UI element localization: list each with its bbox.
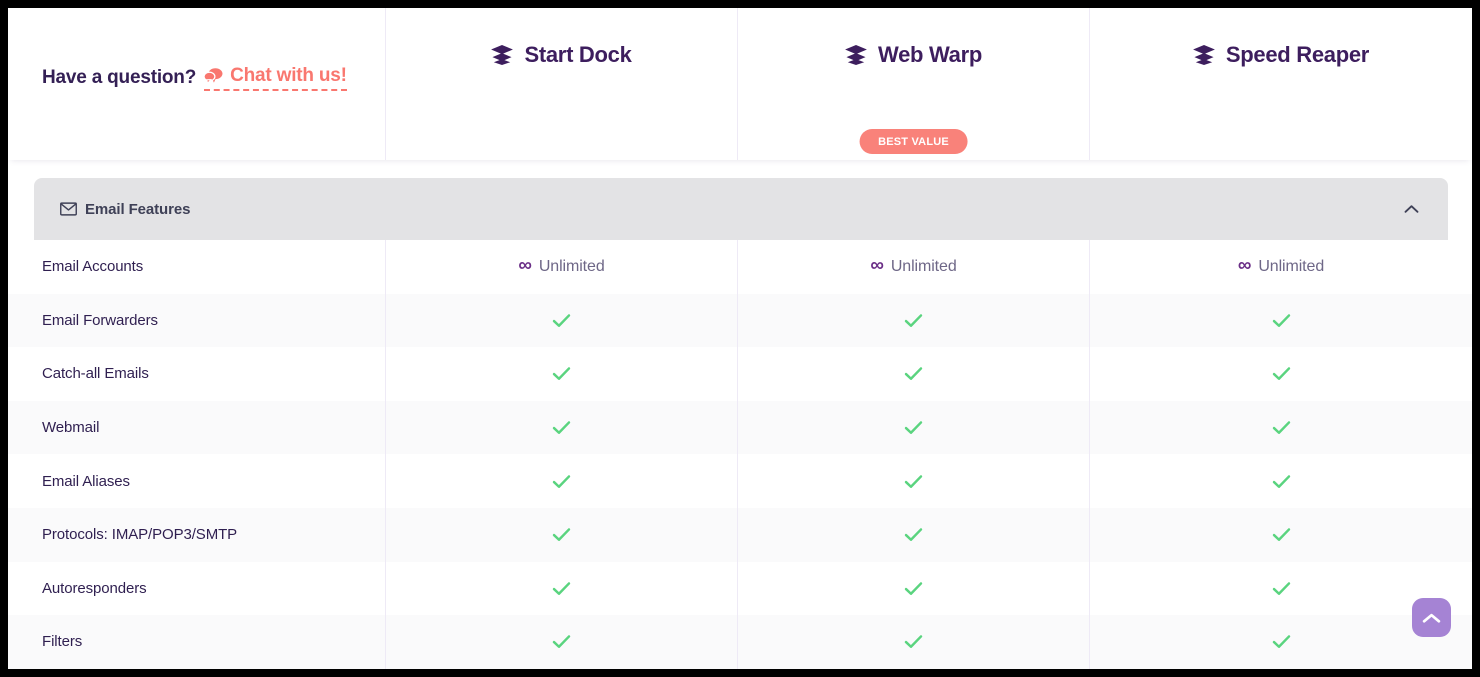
unlimited-value: ∞ Unlimited [518,255,605,277]
feature-value-cell: ∞ Unlimited [385,240,737,294]
check-icon [1272,474,1290,488]
layers-icon [491,45,514,65]
plan-head: Speed Reaper [1193,42,1369,68]
feature-value-cell [737,347,1089,401]
check-icon [1272,582,1290,595]
page-frame: Have a question? Chat with us! Start Doc… [8,8,1472,669]
table-row: Protocols: IMAP/POP3/SMTP [8,507,1472,562]
feature-value-cell [1089,454,1472,508]
question-text: Have a question? [42,67,197,88]
feature-value-cell [385,400,737,455]
feature-label: Email Forwarders [42,311,158,329]
unlimited-value: ∞ Unlimited [870,255,957,277]
question-wrap: Have a question? Chat with us! [42,65,347,91]
check-icon [904,314,923,327]
table-row: Catch-all Emails [8,347,1472,401]
feature-label: Protocols: IMAP/POP3/SMTP [42,526,238,544]
scroll-to-top-button[interactable] [1412,598,1451,637]
unlimited-label: Unlimited [538,257,605,275]
header-plan-cell-web-warp[interactable]: Web Warp BEST VALUE [737,8,1089,160]
unlimited-label: Unlimited [1258,257,1325,275]
feature-rows: Email Accounts ∞ Unlimited ∞ Unlimited ∞ Unlim… [8,240,1472,669]
feature-value-cell [737,615,1089,669]
chat-bubbles-icon [203,68,223,85]
check-icon [552,367,571,381]
feature-value-cell: ∞ Unlimited [1089,240,1472,294]
unlimited-value: ∞ Unlimited [1237,255,1325,277]
feature-label: Catch-all Emails [42,365,149,383]
check-icon [552,421,571,435]
feature-label: Webmail [42,419,100,437]
feature-value-cell [385,615,737,669]
feature-value-cell [385,454,737,508]
chevron-up-icon [1422,613,1441,623]
plan-name: Speed Reaper [1225,42,1370,67]
layers-icon [845,45,867,65]
table-row: Webmail [8,400,1472,455]
comparison-table-body: Email Features Email Accounts ∞ Unlimited ∞… [8,160,1472,669]
table-row: Email Aliases [8,454,1472,508]
check-icon [904,635,923,649]
collapse-section-button[interactable] [1398,196,1424,222]
check-icon [1272,421,1290,435]
check-icon [904,367,923,381]
table-row: Email Forwarders [8,293,1472,348]
check-icon [904,421,923,435]
check-icon [552,314,571,327]
chat-with-us-link[interactable]: Chat with us! [203,65,347,91]
feature-value-cell: ∞ Unlimited [737,240,1089,294]
comparison-table-header: Have a question? Chat with us! Start Doc… [8,8,1472,160]
feature-value-cell [385,507,737,562]
check-icon [552,635,571,649]
table-row: Autoresponders [8,561,1472,616]
check-icon [552,474,571,488]
chat-link-label: Chat with us! [230,65,347,86]
unlimited-label: Unlimited [890,257,957,275]
header-question-cell: Have a question? Chat with us! [8,8,385,160]
best-value-badge: BEST VALUE [859,129,968,154]
plan-head: Start Dock [491,42,632,68]
feature-value-cell [385,347,737,401]
infinity-icon: ∞ [518,255,532,277]
plan-name: Start Dock [524,42,632,67]
check-icon [1272,314,1290,327]
check-icon [904,528,923,542]
chevron-up-icon [1404,205,1418,213]
check-icon [1272,367,1290,381]
feature-value-cell [1089,293,1472,348]
header-plan-cell-start-dock[interactable]: Start Dock [385,8,737,160]
feature-value-cell [1089,507,1472,562]
table-row: Email Accounts ∞ Unlimited ∞ Unlimited ∞ Unlim… [8,240,1472,294]
check-icon [1272,635,1290,649]
feature-value-cell [737,293,1089,348]
feature-value-cell [737,507,1089,562]
plan-head: Web Warp [845,42,982,68]
feature-value-cell [385,561,737,616]
check-icon [904,474,923,488]
envelope-icon [60,202,77,216]
feature-label: Autoresponders [42,579,147,597]
table-row: Filters [8,615,1472,669]
infinity-icon: ∞ [1237,255,1252,277]
check-icon [552,582,571,595]
plan-name: Web Warp [878,42,982,67]
check-icon [1272,528,1290,542]
section-title: Email Features [60,201,190,218]
header-plan-cell-speed-reaper[interactable]: Speed Reaper [1089,8,1472,160]
feature-value-cell [1089,400,1472,455]
feature-value-cell [385,293,737,348]
feature-value-cell [737,454,1089,508]
section-header-email-features[interactable]: Email Features [34,178,1448,240]
infinity-icon: ∞ [870,255,884,277]
section-title-label: Email Features [85,200,191,218]
feature-value-cell [1089,347,1472,401]
check-icon [552,528,571,542]
feature-label: Email Aliases [42,472,130,490]
feature-value-cell [737,400,1089,455]
feature-value-cell [737,561,1089,616]
check-icon [904,582,923,595]
feature-label: Filters [42,633,83,651]
layers-icon [1193,45,1215,65]
feature-label: Email Accounts [42,258,144,276]
